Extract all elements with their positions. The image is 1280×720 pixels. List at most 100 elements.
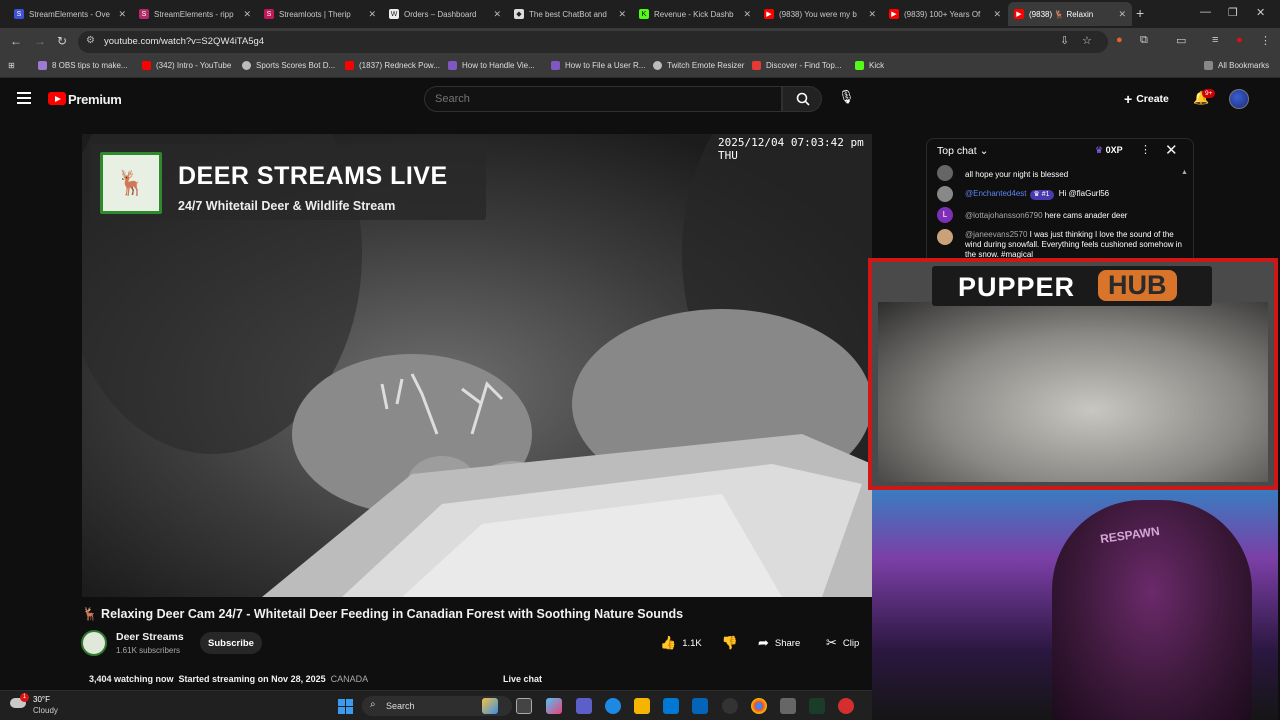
outlook-icon[interactable] [692,698,708,714]
premium-label[interactable]: Premium [68,92,122,107]
close-tab-icon[interactable]: ✕ [493,9,501,20]
search-highlight-icon [482,698,498,714]
browser-tab[interactable]: S StreamElements - ripp ✕ [133,2,257,26]
restore-icon[interactable]: ❐ [1228,6,1238,19]
browser-tab[interactable]: ◆ The best ChatBot and ✕ [508,2,632,26]
youtube-logo-icon[interactable] [48,92,66,105]
url-field[interactable]: ⚙ youtube.com/watch?v=S2QW4iTA5g4 [78,31,1108,53]
close-tab-icon[interactable]: ✕ [993,9,1001,20]
task-view-icon[interactable] [516,698,532,714]
bookmark-favicon-icon [752,61,761,70]
close-tab-icon[interactable]: ✕ [618,9,626,20]
bookmark-item[interactable]: Sports Scores Bot D... [242,61,335,70]
account-avatar[interactable] [1229,89,1249,109]
tab-favicon-icon: K [639,9,649,19]
all-bookmarks[interactable]: All Bookmarks [1204,61,1269,70]
chrome-icon[interactable] [751,698,767,714]
terminal-icon[interactable] [809,698,825,714]
back-icon[interactable]: ← [10,34,22,48]
live-chat-label[interactable]: Live chat [503,674,542,684]
close-tab-icon[interactable]: ✕ [868,9,876,20]
extensions-puzzle-icon[interactable]: ⧉ [1140,34,1148,47]
share-button[interactable]: ➦ Share [758,632,800,654]
file-explorer-icon[interactable] [634,698,650,714]
reload-icon[interactable]: ↻ [57,34,67,48]
crown-icon: ♛ [1095,145,1104,155]
tab-search-icon[interactable]: ≡ [1212,34,1218,46]
close-icon[interactable]: ✕ [1165,141,1178,159]
windows-start-icon[interactable] [338,699,353,714]
side-panel-icon[interactable]: ▭ [1176,34,1186,47]
like-button[interactable]: 👍 1.1K 👎 [660,632,750,654]
minimize-icon[interactable]: — [1200,6,1211,18]
search-box[interactable] [424,86,782,112]
teams-icon[interactable] [576,698,592,714]
bookmark-item[interactable]: (342) Intro - YouTube [142,61,231,70]
chat-avatar: L [937,207,953,223]
search-button[interactable] [782,86,822,112]
clip-button[interactable]: ✂ Clip [826,632,859,654]
weather-description: Cloudy [33,706,58,715]
channel-name[interactable]: Deer Streams [116,631,184,643]
bookmark-star-icon[interactable]: ☆ [1082,34,1092,47]
hamburger-menu-icon[interactable] [17,92,31,104]
bookmark-item[interactable]: Discover - Find Top... [752,61,841,70]
browser-tab-active[interactable]: ▶ (9838) 🦌 Relaxin ✕ [1008,2,1132,26]
bookmark-item[interactable]: Kick [855,61,884,70]
chevron-down-icon: ⌄ [979,145,989,157]
new-tab-icon[interactable]: + [1136,5,1144,21]
chat-message: @Enchanted4est ♛ #1 Hi @flaGurl56 [965,189,1110,200]
video-meta: 3,404 watching now Started streaming on … [89,674,369,684]
browser-tab[interactable]: ▶ (9839) 100+ Years Of ✕ [883,2,1007,26]
browser-tab[interactable]: K Revenue - Kick Dashb ✕ [633,2,757,26]
close-tab-icon[interactable]: ✕ [243,9,251,20]
deer-streams-logo: 🦌 [100,152,162,214]
store-icon[interactable] [663,698,679,714]
close-window-icon[interactable]: ✕ [1256,6,1265,19]
weather-temperature[interactable]: 30°F [33,695,50,704]
chat-avatar [937,229,953,245]
browser-tab[interactable]: S Streamloots | Therip ✕ [258,2,382,26]
bookmark-item[interactable]: (1837) Redneck Pow... [345,61,440,70]
subscribe-button[interactable]: Subscribe [200,632,262,654]
chat-message: all hope your night is blessed [965,170,1069,179]
install-app-icon[interactable]: ⇩ [1060,34,1069,47]
browser-tab[interactable]: ▶ (9838) You were my b ✕ [758,2,882,26]
close-tab-icon[interactable]: ✕ [743,9,751,20]
thumbs-down-icon[interactable]: 👎 [722,635,738,651]
close-tab-icon[interactable]: ✕ [368,9,376,20]
edge-icon[interactable] [605,698,621,714]
bookmark-item[interactable]: 8 OBS tips to make... [38,61,128,70]
chat-more-options-icon[interactable]: ⋮ [1140,143,1151,156]
obs-icon[interactable] [722,698,738,714]
search-input[interactable] [435,93,765,105]
app-icon[interactable] [780,698,796,714]
browser-tab[interactable]: W Orders – Dashboard ✕ [383,2,507,26]
overlay-title: DEER STREAMS LIVE [178,162,448,190]
microphone-icon[interactable]: 🎙 [838,89,855,105]
apps-grid-icon[interactable]: ⊞ [8,61,15,70]
bookmark-item[interactable]: How to Handle Vie... [448,61,535,70]
bookmark-item[interactable]: Twitch Emote Resizer [653,61,744,70]
create-button[interactable]: + Create [1124,91,1169,107]
site-info-icon[interactable]: ⚙ [86,35,95,46]
share-icon: ➦ [758,635,769,650]
close-tab-icon[interactable]: ✕ [1118,9,1126,20]
copilot-icon[interactable] [546,698,562,714]
channel-avatar[interactable] [81,630,107,656]
video-player[interactable]: 🦌 DEER STREAMS LIVE 24/7 Whitetail Deer … [82,134,872,597]
bookmark-item[interactable]: How to File a User R... [551,61,645,70]
youtube-favicon-icon [142,61,151,70]
youtube-favicon-icon: ▶ [764,9,774,19]
forward-icon[interactable]: → [34,34,46,48]
pupper-cam-image [878,302,1268,482]
extension-icon[interactable]: ● [1116,34,1123,46]
browser-menu-icon[interactable]: ⋮ [1260,34,1271,47]
app-icon[interactable] [838,698,854,714]
xp-badge[interactable]: ♛ 0XP [1095,145,1123,156]
globe-icon [242,61,251,70]
top-chat-dropdown[interactable]: Top chat ⌄ [937,145,988,157]
close-tab-icon[interactable]: ✕ [118,9,126,20]
profile-avatar-icon[interactable]: ● [1236,34,1243,46]
browser-tab[interactable]: S StreamElements - Ove ✕ [8,2,132,26]
